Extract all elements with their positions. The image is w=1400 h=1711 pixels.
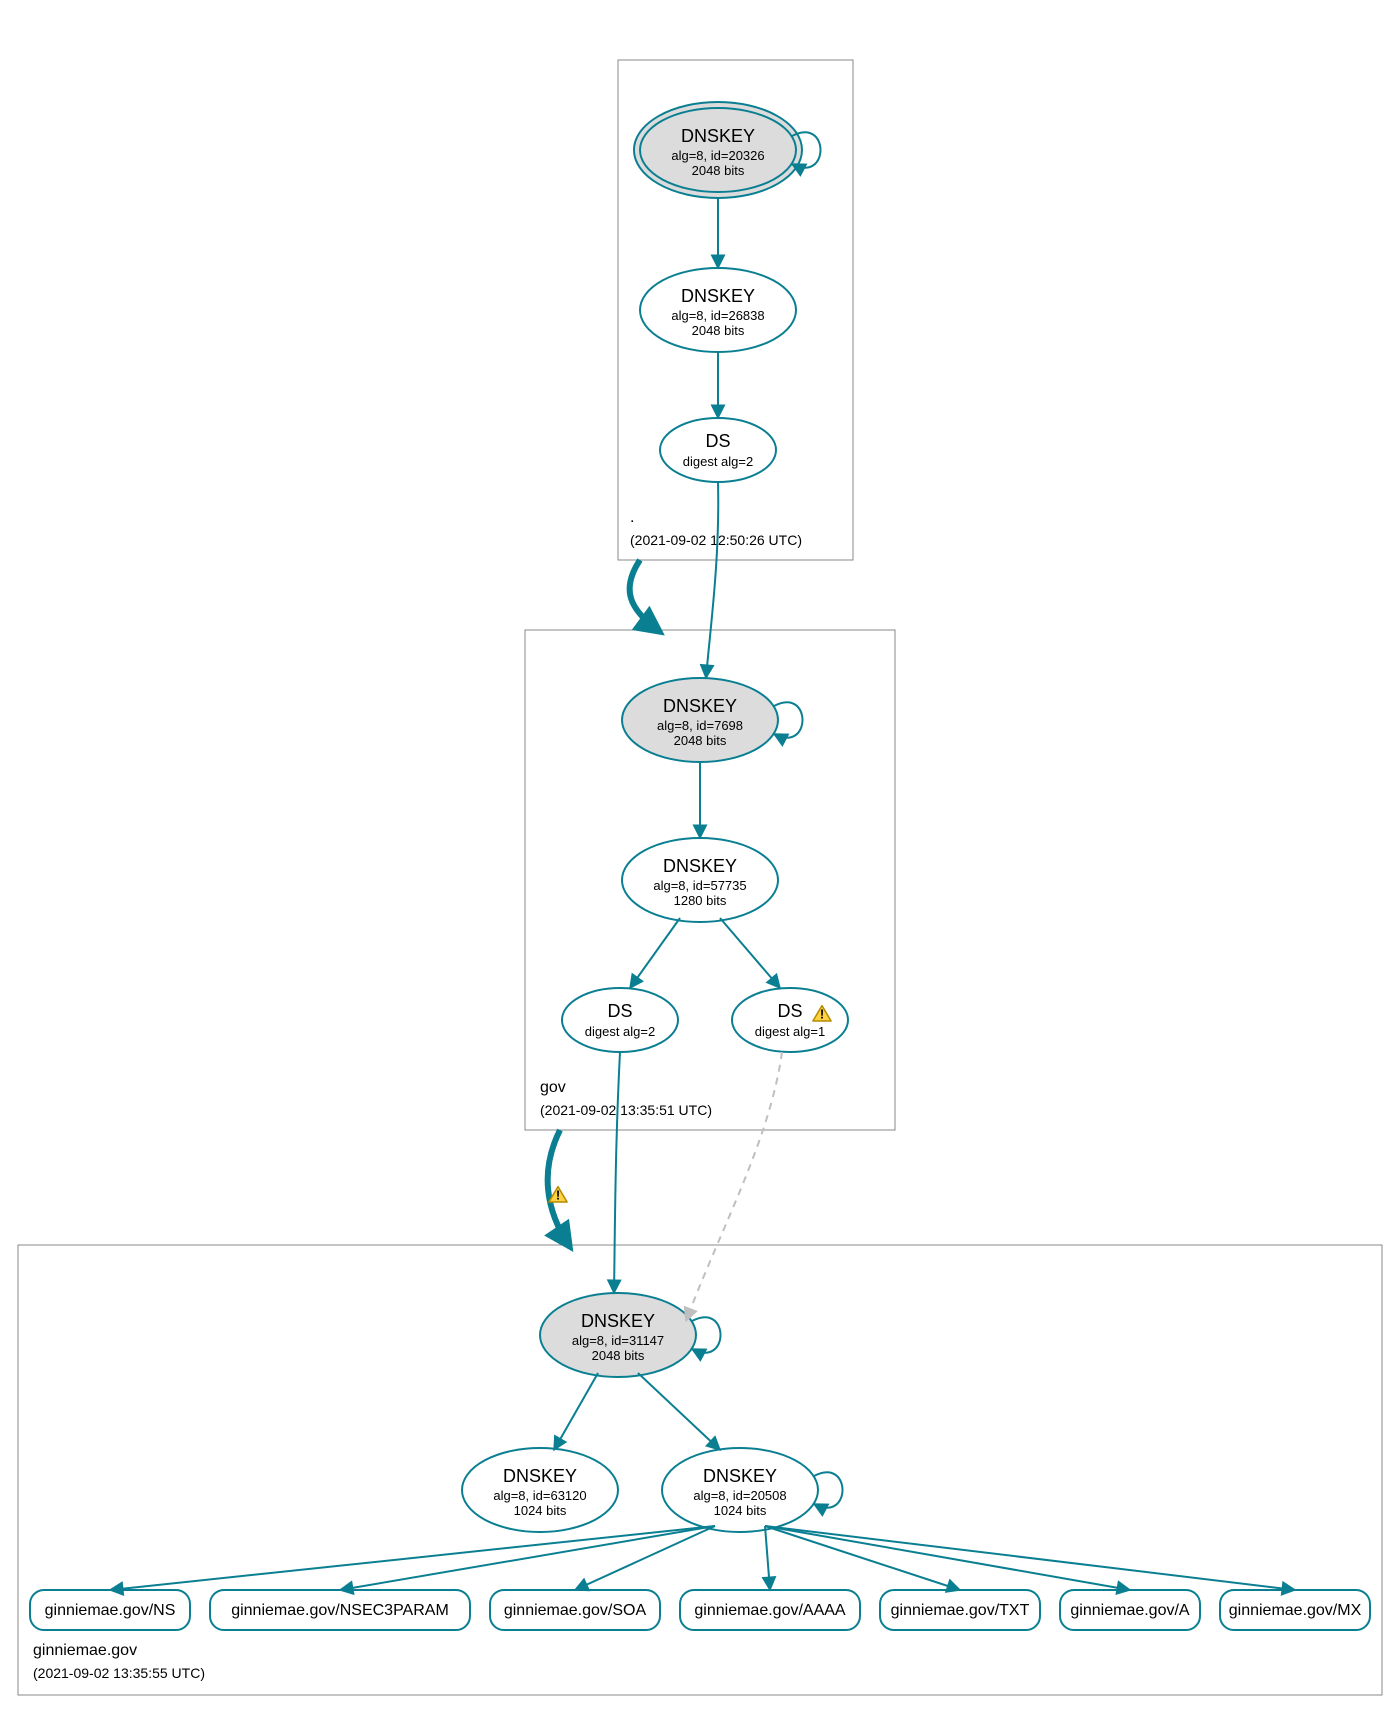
node-gov_ds2: DS digest alg=2: [562, 988, 678, 1052]
svg-text:ginniemae.gov/AAAA: ginniemae.gov/AAAA: [694, 1602, 846, 1619]
dnssec-graph: . (2021-09-02 12:50:26 UTC) gov (2021-09-02…: [0, 0, 1400, 1711]
svg-text:DNSKEY: DNSKEY: [681, 126, 755, 146]
edge-govzsk-ds2: [630, 918, 680, 988]
edge-gmksk-zsk2: [638, 1373, 720, 1450]
edge-govds2-gmksk: [614, 1052, 620, 1293]
zone-name-gov: gov: [540, 1079, 566, 1096]
svg-text:ginniemae.gov/SOA: ginniemae.gov/SOA: [504, 1602, 647, 1619]
svg-text:DNSKEY: DNSKEY: [581, 1311, 655, 1331]
node-gm_ksk: DNSKEY alg=8, id=311472048 bits: [540, 1293, 696, 1377]
svg-text:alg=8, id=20508: alg=8, id=20508: [693, 1488, 786, 1503]
edge-gmzsk2-ns: [110, 1526, 715, 1590]
svg-text:1280 bits: 1280 bits: [674, 893, 727, 908]
edge-root-to-gov-zone: [630, 560, 660, 632]
svg-text:DNSKEY: DNSKEY: [503, 1466, 577, 1486]
node-gov_ksk: DNSKEY alg=8, id=76982048 bits: [622, 678, 778, 762]
node-root_zsk: DNSKEY alg=8, id=268382048 bits: [640, 268, 796, 352]
svg-text:2048 bits: 2048 bits: [592, 1348, 645, 1363]
svg-text:ginniemae.gov/NSEC3PARAM: ginniemae.gov/NSEC3PARAM: [231, 1602, 449, 1619]
svg-text:ginniemae.gov/A: ginniemae.gov/A: [1070, 1602, 1190, 1619]
rrset-aaaa: ginniemae.gov/AAAA: [680, 1590, 860, 1630]
svg-text:1024 bits: 1024 bits: [514, 1503, 567, 1518]
edge-rootds-govksk: [706, 482, 718, 678]
svg-text:alg=8, id=26838: alg=8, id=26838: [671, 308, 764, 323]
node-gm_zsk1: DNSKEY alg=8, id=631201024 bits: [462, 1448, 618, 1532]
rrset-nsec3param: ginniemae.gov/NSEC3PARAM: [210, 1590, 470, 1630]
svg-text:alg=8, id=20326: alg=8, id=20326: [671, 148, 764, 163]
svg-text:DNSKEY: DNSKEY: [663, 856, 737, 876]
svg-text:!: !: [820, 1006, 824, 1021]
svg-text:DS: DS: [607, 1001, 632, 1021]
svg-text:DS: DS: [705, 431, 730, 451]
svg-text:alg=8, id=7698: alg=8, id=7698: [657, 718, 743, 733]
rrset-txt: ginniemae.gov/TXT: [880, 1590, 1040, 1630]
edge-govzsk-ds1: [720, 918, 780, 988]
svg-text:ginniemae.gov/NS: ginniemae.gov/NS: [45, 1602, 176, 1619]
edge-gmzsk2-txt: [765, 1526, 960, 1590]
edge-gmzsk2-a: [765, 1526, 1130, 1590]
svg-text:1024 bits: 1024 bits: [714, 1503, 767, 1518]
svg-text:DNSKEY: DNSKEY: [663, 696, 737, 716]
svg-text:alg=8, id=57735: alg=8, id=57735: [653, 878, 746, 893]
svg-text:!: !: [556, 1187, 560, 1202]
rrset-mx: ginniemae.gov/MX: [1220, 1590, 1370, 1630]
node-gm_zsk2: DNSKEY alg=8, id=205081024 bits: [662, 1448, 818, 1532]
zone-timestamp-root: (2021-09-02 12:50:26 UTC): [630, 532, 802, 548]
svg-text:2048 bits: 2048 bits: [674, 733, 727, 748]
edge-gmzsk2-nsec3param: [340, 1526, 715, 1590]
zone-name-ginniemae: ginniemae.gov: [33, 1642, 137, 1659]
node-root_ksk: DNSKEY alg=8, id=203262048 bits: [634, 102, 802, 198]
svg-text:alg=8, id=31147: alg=8, id=31147: [572, 1333, 664, 1348]
svg-text:digest alg=2: digest alg=2: [585, 1024, 655, 1039]
svg-text:alg=8, id=63120: alg=8, id=63120: [493, 1488, 586, 1503]
edge-govds1-gmksk: [686, 1052, 782, 1321]
rrset-ns: ginniemae.gov/NS: [30, 1590, 190, 1630]
svg-text:digest alg=2: digest alg=2: [683, 454, 753, 469]
rrset-a: ginniemae.gov/A: [1060, 1590, 1200, 1630]
svg-text:DNSKEY: DNSKEY: [681, 286, 755, 306]
zone-name-root: .: [630, 509, 634, 526]
svg-text:ginniemae.gov/MX: ginniemae.gov/MX: [1229, 1602, 1362, 1619]
svg-text:DNSKEY: DNSKEY: [703, 1466, 777, 1486]
edge-gmzsk2-soa: [575, 1526, 715, 1590]
svg-text:2048 bits: 2048 bits: [692, 163, 745, 178]
svg-text:2048 bits: 2048 bits: [692, 323, 745, 338]
edge-gmzsk2-aaaa: [765, 1526, 770, 1590]
zone-timestamp-gov: (2021-09-02 13:35:51 UTC): [540, 1102, 712, 1118]
svg-text:DS: DS: [777, 1001, 802, 1021]
edge-gmksk-zsk1: [554, 1373, 598, 1450]
node-gov_zsk: DNSKEY alg=8, id=577351280 bits: [622, 838, 778, 922]
node-root_ds: DS digest alg=2: [660, 418, 776, 482]
svg-text:ginniemae.gov/TXT: ginniemae.gov/TXT: [891, 1602, 1030, 1619]
zone-timestamp-ginniemae: (2021-09-02 13:35:55 UTC): [33, 1665, 205, 1681]
svg-text:digest alg=1: digest alg=1: [755, 1024, 825, 1039]
edge-gmzsk2-mx: [765, 1526, 1295, 1590]
rrset-soa: ginniemae.gov/SOA: [490, 1590, 660, 1630]
